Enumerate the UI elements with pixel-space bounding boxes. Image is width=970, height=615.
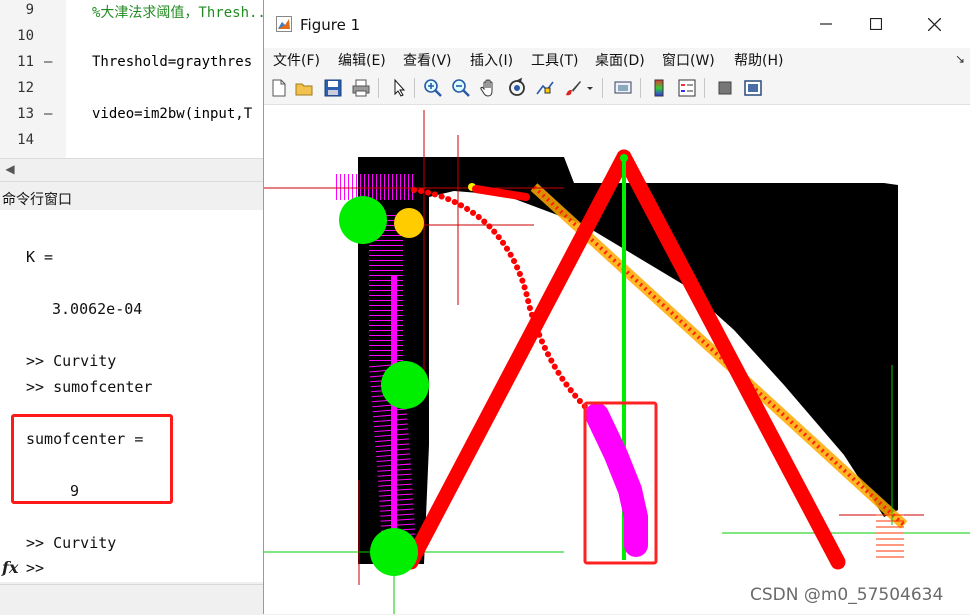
command-line: >> sumofcenter [26, 378, 153, 396]
code-line[interactable]: Threshold=graythres [92, 54, 252, 70]
maximize-button[interactable] [856, 10, 896, 38]
minimize-icon [820, 23, 832, 25]
command-window-title: 命令行窗口 [2, 192, 72, 208]
open-file-icon[interactable] [294, 77, 316, 99]
close-icon [927, 17, 941, 31]
code-line[interactable]: video=im2bw(input,T [92, 106, 252, 122]
toolbar-separator [378, 78, 379, 98]
menu-tools[interactable]: 工具(T) [531, 50, 578, 70]
figure-title: Figure 1 [300, 16, 361, 34]
highlight-box [11, 414, 173, 504]
rotate-3d-icon[interactable] [506, 77, 528, 99]
dock-arrow-icon[interactable]: ↘ [955, 52, 965, 66]
zoom-in-icon[interactable] [422, 77, 444, 99]
output-line: K = [26, 248, 54, 266]
command-line: >> Curvity [26, 352, 117, 370]
breakpoint-dash[interactable]: — [44, 106, 52, 122]
line-number: 13 [17, 106, 34, 122]
matlab-figure-icon [276, 16, 292, 32]
toolbar-separator [414, 78, 415, 98]
figure-axes-area[interactable] [264, 105, 970, 614]
menu-file[interactable]: 文件(F) [273, 50, 320, 70]
menu-insert[interactable]: 插入(I) [470, 50, 513, 70]
show-plot-tools-icon[interactable] [742, 77, 764, 99]
command-prompt-bar[interactable]: fx >> [0, 556, 264, 582]
figure-title-bar[interactable]: Figure 1 [264, 0, 970, 48]
toolbar-separator [704, 78, 705, 98]
breakpoint-dash[interactable]: — [44, 54, 52, 70]
menu-window[interactable]: 窗口(W) [662, 50, 715, 70]
watermark-text: CSDN @m0_57504634 [750, 585, 944, 605]
menu-desktop[interactable]: 桌面(D) [595, 50, 645, 70]
figure-menu-bar: 文件(F) 编辑(E) 查看(V) 插入(I) 工具(T) 桌面(D) 窗口(W… [264, 48, 970, 72]
toolbar-separator [640, 78, 641, 98]
brush-dropdown-icon[interactable] [584, 77, 596, 99]
scroll-left-icon[interactable]: ◀ [2, 161, 18, 177]
menu-view[interactable]: 查看(V) [403, 50, 452, 70]
data-cursor-icon[interactable] [534, 77, 556, 99]
line-number: 11 [17, 54, 34, 70]
line-number: 10 [17, 28, 34, 44]
output-line: 3.0062e-04 [52, 300, 143, 318]
link-plot-icon[interactable] [612, 77, 634, 99]
brush-icon[interactable] [562, 77, 584, 99]
line-number: 14 [17, 132, 34, 148]
maximize-icon [870, 18, 882, 30]
line-number: 12 [17, 80, 34, 96]
minimize-button[interactable] [806, 10, 846, 38]
command-line: >> Curvity [26, 534, 117, 552]
green-apex-dot [620, 154, 628, 162]
save-icon[interactable] [322, 77, 344, 99]
menu-help[interactable]: 帮助(H) [734, 50, 783, 70]
line-number: 9 [25, 2, 34, 18]
pointer-icon[interactable] [388, 77, 410, 99]
print-icon[interactable] [350, 77, 372, 99]
colorbar-icon[interactable] [648, 77, 670, 99]
hide-plot-tools-icon[interactable] [714, 77, 736, 99]
legend-icon[interactable] [676, 77, 698, 99]
menu-edit[interactable]: 编辑(E) [338, 50, 386, 70]
figure-window[interactable]: Figure 1 文件(F) 编辑(E) 查看(V) 插入(I) 工具(T) 桌… [263, 0, 970, 614]
zoom-out-icon[interactable] [450, 77, 472, 99]
command-prompt[interactable]: >> [26, 559, 44, 577]
figure-toolbar [264, 72, 970, 105]
toolbar-separator [602, 78, 603, 98]
image-plot[interactable] [264, 105, 970, 614]
pan-icon[interactable] [478, 77, 500, 99]
close-button[interactable] [914, 10, 954, 38]
fx-icon[interactable]: fx [2, 558, 18, 577]
new-figure-icon[interactable] [268, 77, 290, 99]
status-bar [0, 584, 264, 615]
